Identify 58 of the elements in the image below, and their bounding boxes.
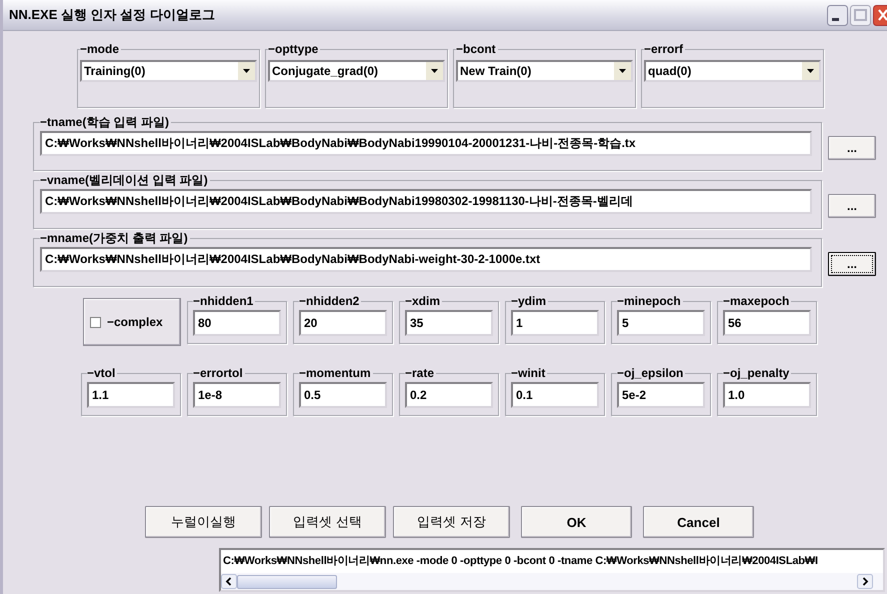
dropdown[interactable]: New Train(0) (456, 60, 633, 82)
param-field[interactable]: 0.1 (511, 382, 599, 408)
param-field[interactable]: 35 (405, 310, 493, 336)
scroll-thumb[interactable] (237, 574, 337, 588)
complex-toggle[interactable]: −complex (83, 298, 181, 346)
action-button[interactable]: 입력셋 선택 (269, 506, 386, 538)
group-label: −bcont (456, 42, 497, 56)
dropdown[interactable]: Training(0) (80, 60, 257, 82)
group-label: −nhidden1 (193, 294, 254, 308)
param-field[interactable]: 1e-8 (193, 382, 281, 408)
action-button[interactable]: OK (521, 506, 632, 538)
group-label: −momentum (299, 366, 372, 380)
param-field[interactable]: 56 (723, 310, 811, 336)
param-field[interactable]: 5 (617, 310, 705, 336)
window-title: NN.EXE 실행 인자 설정 다이얼로그 (8, 6, 216, 24)
param-field[interactable]: 1.0 (723, 382, 811, 408)
checkbox[interactable] (90, 316, 101, 328)
group-label: −oj_penalty (723, 366, 790, 380)
group-label: −errortol (193, 366, 244, 380)
param-field[interactable]: 0.2 (405, 382, 493, 408)
param-field[interactable]: 1 (511, 310, 599, 336)
group-label: −opttype (268, 42, 320, 56)
group-label: −nhidden2 (299, 294, 360, 308)
group-label: −vname(벨리데이션 입력 파일) (40, 173, 209, 187)
file-path-field[interactable]: C:₩Works₩NNshell바이너리₩2004ISLab₩BodyNabi₩BodyNabi19980302-19981130-나비-전종목-벨리데 (40, 189, 812, 214)
group-label: −rate (405, 366, 436, 380)
file-path-field[interactable]: C:₩Works₩NNshell바이너리₩2004ISLab₩BodyNabi₩BodyNabi-weight-30-2-1000e.txt (40, 247, 812, 272)
param-field[interactable]: 80 (193, 310, 281, 336)
group-label: −tname(학습 입력 파일) (40, 115, 170, 129)
group-label: −minepoch (617, 294, 682, 308)
action-button[interactable]: 누럴이실행 (145, 506, 262, 538)
param-field[interactable]: 1.1 (87, 382, 175, 408)
browse-button[interactable]: ... (828, 194, 876, 218)
group-label: −oj_epsilon (617, 366, 684, 380)
group-label: −winit (511, 366, 546, 380)
param-field[interactable]: 20 (299, 310, 387, 336)
action-button[interactable]: 입력셋 저장 (393, 506, 510, 538)
dropdown[interactable]: quad(0) (644, 60, 821, 82)
group-label: −ydim (511, 294, 548, 308)
action-button[interactable]: Cancel (643, 506, 754, 538)
param-field[interactable]: 5e-2 (617, 382, 705, 408)
group-label: −mode (80, 42, 120, 56)
param-field[interactable]: 0.5 (299, 382, 387, 408)
browse-button[interactable]: ... (828, 136, 876, 160)
command-field[interactable]: C:₩Works₩NNshell바이너리₩nn.exe -mode 0 -opttype 0 -bcont 0 -tname C:₩Works₩NNshell바이너리₩2004ISLab₩I (219, 548, 885, 592)
close-icon[interactable] (873, 4, 887, 26)
group-label: −xdim (405, 294, 442, 308)
scroll-left-icon[interactable] (221, 574, 237, 589)
group-label: −maxepoch (723, 294, 790, 308)
horizontal-scrollbar[interactable] (221, 573, 883, 590)
browse-button[interactable]: ... (828, 252, 876, 276)
scroll-right-icon[interactable] (857, 574, 873, 589)
dropdown[interactable]: Conjugate_grad(0) (268, 60, 445, 82)
file-path-field[interactable]: C:₩Works₩NNshell바이너리₩2004ISLab₩BodyNabi₩BodyNabi19990104-20001231-나비-전종목-학습.tx (40, 131, 812, 156)
minimize-icon[interactable] (827, 4, 848, 26)
group-label: −errorf (644, 42, 684, 56)
group-label: −mname(가중치 출력 파일) (40, 231, 189, 245)
group-label: −vtol (87, 366, 116, 380)
